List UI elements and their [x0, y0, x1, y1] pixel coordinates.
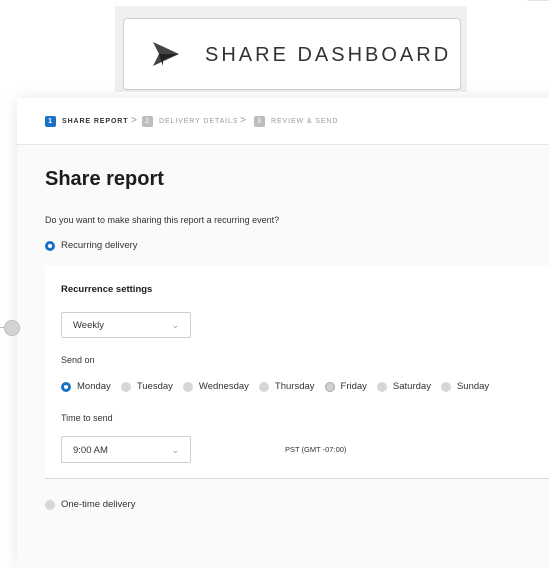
- drag-handle[interactable]: [4, 320, 20, 336]
- radio-selected-icon[interactable]: [61, 381, 71, 392]
- day-radio-group: Monday Tuesday Wednesday Thursday Friday…: [61, 381, 499, 392]
- day-label: Saturday: [392, 381, 431, 392]
- day-option-wednesday[interactable]: Wednesday: [182, 381, 249, 392]
- day-label: Monday: [77, 381, 111, 392]
- recurring-delivery-option[interactable]: Recurring delivery: [45, 240, 138, 251]
- day-option-friday[interactable]: Friday: [324, 381, 367, 392]
- step-label: DELIVERY DETAILS: [159, 118, 239, 125]
- chevron-down-icon: ⌄: [171, 445, 179, 455]
- chevron-down-icon: ⌄: [171, 320, 179, 330]
- one-time-delivery-option[interactable]: One-time delivery: [45, 499, 135, 510]
- frequency-select[interactable]: Weekly ⌄: [61, 312, 191, 338]
- time-to-send-label: Time to send: [61, 413, 113, 423]
- wizard-steps: 1 SHARE REPORT > 2 DELIVERY DETAILS > 3 …: [17, 98, 549, 145]
- day-label: Tuesday: [136, 381, 173, 392]
- step-number: 3: [254, 116, 265, 127]
- recurrence-settings-panel: Recurrence settings Weekly ⌄ Send on Mon…: [45, 266, 549, 479]
- radio-unselected-icon[interactable]: [324, 381, 335, 392]
- day-option-tuesday[interactable]: Tuesday: [120, 381, 173, 392]
- step-share-report[interactable]: 1 SHARE REPORT: [45, 116, 128, 127]
- banner-corner-line: [527, 0, 549, 13]
- day-option-thursday[interactable]: Thursday: [258, 381, 315, 392]
- step-number: 1: [45, 116, 56, 127]
- day-option-monday[interactable]: Monday: [61, 381, 111, 392]
- paper-plane-icon: [153, 42, 179, 66]
- step-delivery-details[interactable]: 2 DELIVERY DETAILS: [142, 116, 238, 127]
- step-label: SHARE REPORT: [62, 118, 129, 125]
- step-label: REVIEW & SEND: [271, 118, 339, 125]
- one-time-delivery-label: One-time delivery: [61, 499, 136, 510]
- time-value: 9:00 AM: [73, 445, 108, 456]
- radio-unselected-icon[interactable]: [45, 499, 55, 510]
- send-on-label: Send on: [61, 355, 95, 365]
- share-dashboard-button[interactable]: SHARE DASHBOARD: [123, 18, 461, 90]
- step-separator-icon: >: [240, 115, 246, 126]
- radio-unselected-icon[interactable]: [120, 381, 131, 392]
- day-label: Wednesday: [198, 381, 249, 392]
- day-label: Friday: [340, 381, 367, 392]
- radio-unselected-icon[interactable]: [258, 381, 269, 392]
- page-title: Share report: [45, 168, 164, 190]
- time-select[interactable]: 9:00 AM ⌄: [61, 436, 191, 463]
- step-review-send[interactable]: 3 REVIEW & SEND: [254, 116, 338, 127]
- recurring-delivery-label: Recurring delivery: [61, 240, 138, 251]
- share-report-card: 1 SHARE REPORT > 2 DELIVERY DETAILS > 3 …: [17, 98, 549, 568]
- recurrence-settings-title: Recurrence settings: [61, 284, 153, 295]
- frequency-value: Weekly: [73, 320, 104, 331]
- timezone-label: PST (GMT -07:00): [285, 445, 347, 454]
- day-label: Thursday: [274, 381, 315, 392]
- radio-unselected-icon[interactable]: [182, 381, 193, 392]
- radio-selected-icon[interactable]: [45, 240, 55, 251]
- day-label: Sunday: [456, 381, 490, 392]
- step-number: 2: [142, 116, 153, 127]
- recurring-question: Do you want to make sharing this report …: [45, 215, 280, 225]
- step-separator-icon: >: [131, 115, 137, 126]
- share-dashboard-label: SHARE DASHBOARD: [205, 44, 452, 66]
- day-option-sunday[interactable]: Sunday: [440, 381, 490, 392]
- day-option-saturday[interactable]: Saturday: [376, 381, 431, 392]
- radio-unselected-icon[interactable]: [376, 381, 387, 392]
- radio-unselected-icon[interactable]: [440, 381, 451, 392]
